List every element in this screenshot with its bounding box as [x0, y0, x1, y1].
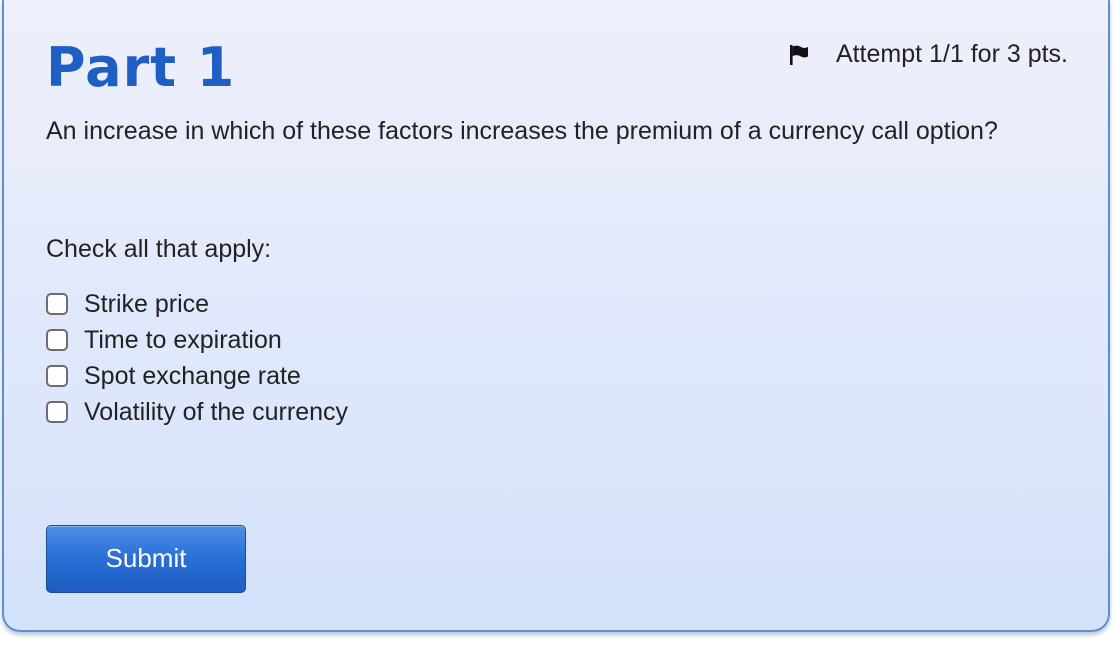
checkbox[interactable] [46, 329, 68, 351]
question-card: Part 1 Attempt 1/1 for 3 pts. An increas… [2, 0, 1110, 632]
submit-button[interactable]: Submit [46, 525, 246, 593]
flag-icon[interactable] [788, 44, 810, 66]
option-label[interactable]: Strike price [84, 286, 209, 322]
option-label[interactable]: Volatility of the currency [84, 394, 348, 430]
options-list: Strike price Time to expiration Spot exc… [46, 286, 348, 430]
option-label[interactable]: Time to expiration [84, 322, 282, 358]
attempt-text: Attempt 1/1 for 3 pts. [835, 40, 1068, 68]
instruction-text: Check all that apply: [46, 235, 272, 263]
question-text: An increase in which of these factors in… [46, 117, 998, 145]
part-title: Part 1 [46, 36, 236, 99]
checkbox[interactable] [46, 365, 68, 387]
option-label[interactable]: Spot exchange rate [84, 358, 301, 394]
attempt-info: Attempt 1/1 for 3 pts. [788, 40, 1068, 69]
checkbox[interactable] [46, 401, 68, 423]
checkbox[interactable] [46, 293, 68, 315]
